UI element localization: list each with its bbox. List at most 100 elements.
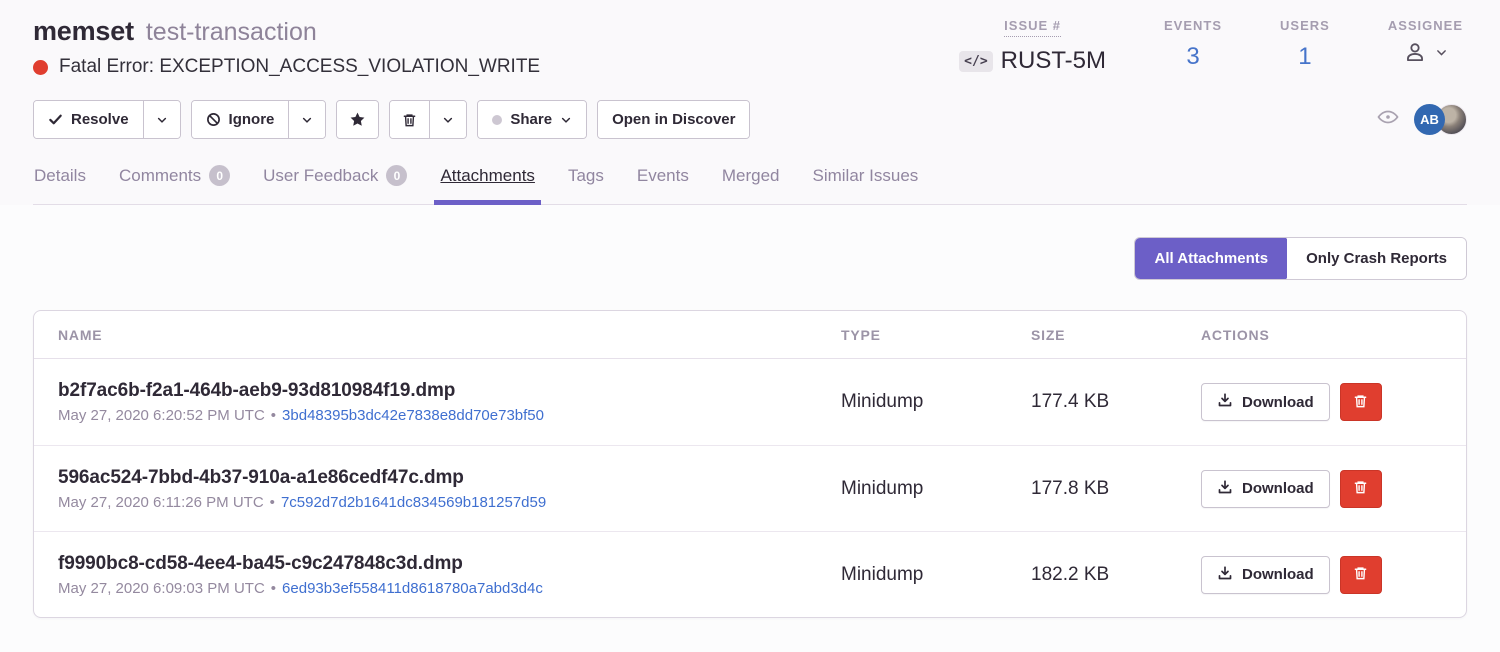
tab-similar-issues[interactable]: Similar Issues	[811, 163, 919, 204]
ignore-button[interactable]: Ignore	[192, 101, 289, 138]
assignee-label: ASSIGNEE	[1388, 18, 1463, 33]
column-header-name: Name	[58, 327, 841, 343]
star-icon	[349, 111, 366, 128]
user-feedback-count-badge: 0	[386, 165, 407, 186]
attachment-date: May 27, 2020 6:11:26 PM UTC	[58, 494, 264, 511]
avatar-initials: AB	[1414, 104, 1445, 135]
chevron-down-icon	[442, 114, 454, 126]
issue-stats: ISSUE # </> RUST-5M EVENTS 3 USERS 1 ASS…	[959, 18, 1467, 75]
tab-attachments[interactable]: Attachments	[439, 163, 536, 204]
stat-assignee: ASSIGNEE	[1388, 18, 1463, 70]
delete-dropdown-button[interactable]	[429, 101, 466, 138]
download-button[interactable]: Download	[1201, 383, 1330, 421]
page-title: memset	[33, 16, 134, 47]
issue-number-label: ISSUE #	[1004, 18, 1061, 37]
column-header-type: Type	[841, 327, 1031, 343]
column-header-size: Size	[1031, 327, 1201, 343]
attachment-type: Minidump	[841, 391, 1031, 413]
table-row: b2f7ac6b-f2a1-464b-aeb9-93d810984f19.dmp…	[34, 359, 1466, 445]
download-button[interactable]: Download	[1201, 470, 1330, 508]
attachment-name-cell: f9990bc8-cd58-4ee4-ba45-c9c247848c3d.dmp…	[58, 553, 841, 597]
attachment-date: May 27, 2020 6:20:52 PM UTC	[58, 407, 265, 424]
error-level-dot-icon	[33, 60, 48, 75]
stat-users: USERS 1	[1280, 18, 1330, 71]
eye-icon	[1376, 105, 1400, 134]
events-label: EVENTS	[1164, 18, 1222, 33]
download-icon	[1217, 565, 1233, 585]
ignore-dropdown-button[interactable]	[288, 101, 325, 138]
dot-separator: •	[271, 580, 276, 597]
filter-all-attachments-button[interactable]: All Attachments	[1134, 237, 1288, 280]
circle-slash-icon	[206, 112, 221, 127]
column-header-actions: Actions	[1201, 327, 1442, 343]
trash-icon	[1353, 565, 1368, 584]
attachment-name-cell: b2f7ac6b-f2a1-464b-aeb9-93d810984f19.dmp…	[58, 380, 841, 424]
error-line: Fatal Error: EXCEPTION_ACCESS_VIOLATION_…	[33, 56, 540, 78]
attachment-date: May 27, 2020 6:09:03 PM UTC	[58, 580, 265, 597]
dot-separator: •	[271, 407, 276, 424]
person-icon	[1402, 39, 1428, 70]
open-in-discover-button[interactable]: Open in Discover	[598, 101, 749, 138]
delete-attachment-button[interactable]	[1340, 556, 1382, 594]
event-id-link[interactable]: 7c592d7d2b1641dc834569b181257d59	[281, 494, 546, 511]
participants: AB	[1376, 104, 1467, 135]
chevron-down-icon	[560, 114, 572, 126]
issue-page: memset test-transaction Fatal Error: EXC…	[0, 0, 1500, 652]
tab-events[interactable]: Events	[636, 163, 690, 204]
stat-issue-number: ISSUE # </> RUST-5M	[959, 18, 1106, 75]
event-id-link[interactable]: 6ed93b3ef558411d8618780a7abd3d4c	[282, 580, 543, 597]
attachments-table: Name Type Size Actions b2f7ac6b-f2a1-464…	[33, 310, 1467, 618]
chevron-down-icon	[156, 114, 168, 126]
attachment-filename: f9990bc8-cd58-4ee4-ba45-c9c247848c3d.dmp	[58, 553, 841, 575]
attachment-size: 182.2 KB	[1031, 564, 1201, 586]
check-icon	[48, 112, 63, 127]
share-status-dot-icon	[492, 115, 502, 125]
table-row: f9990bc8-cd58-4ee4-ba45-c9c247848c3d.dmp…	[34, 531, 1466, 617]
resolve-button-group: Resolve	[33, 100, 181, 139]
download-icon	[1217, 392, 1233, 412]
tab-user-feedback[interactable]: User Feedback 0	[262, 163, 408, 204]
attachments-content: All Attachments Only Crash Reports Name …	[0, 205, 1500, 652]
delete-attachment-button[interactable]	[1340, 470, 1382, 508]
filter-only-crash-reports-button[interactable]: Only Crash Reports	[1287, 238, 1466, 279]
attachment-filename: 596ac524-7bbd-4b37-910a-a1e86cedf47c.dmp	[58, 467, 841, 489]
attachment-type: Minidump	[841, 478, 1031, 500]
events-count: 3	[1186, 43, 1199, 71]
users-count: 1	[1298, 43, 1311, 71]
event-id-link[interactable]: 3bd48395b3dc42e7838e8dd70e73bf50	[282, 407, 544, 424]
download-button[interactable]: Download	[1201, 556, 1330, 594]
tab-details[interactable]: Details	[33, 163, 87, 204]
dot-separator: •	[270, 494, 275, 511]
trash-icon	[1353, 393, 1368, 412]
table-row: 596ac524-7bbd-4b37-910a-a1e86cedf47c.dmp…	[34, 445, 1466, 531]
attachment-size: 177.4 KB	[1031, 391, 1201, 413]
resolve-dropdown-button[interactable]	[143, 101, 180, 138]
attachment-type: Minidump	[841, 564, 1031, 586]
attachment-filename: b2f7ac6b-f2a1-464b-aeb9-93d810984f19.dmp	[58, 380, 841, 402]
tab-merged[interactable]: Merged	[721, 163, 781, 204]
attachment-size: 177.8 KB	[1031, 478, 1201, 500]
page-subtitle: test-transaction	[146, 18, 317, 47]
ignore-button-group: Ignore	[191, 100, 327, 139]
download-icon	[1217, 479, 1233, 499]
delete-attachment-button[interactable]	[1340, 383, 1382, 421]
assignee-dropdown[interactable]	[1402, 39, 1448, 70]
star-button[interactable]	[337, 101, 378, 138]
issue-number-value: RUST-5M	[1001, 47, 1106, 75]
chevron-down-icon	[1435, 46, 1448, 64]
attachment-name-cell: 596ac524-7bbd-4b37-910a-a1e86cedf47c.dmp…	[58, 467, 841, 511]
share-button-group: Share	[477, 100, 587, 139]
tab-comments[interactable]: Comments 0	[118, 163, 231, 204]
delete-button[interactable]	[390, 101, 429, 138]
resolve-button[interactable]: Resolve	[34, 101, 143, 138]
error-message: Fatal Error: EXCEPTION_ACCESS_VIOLATION_…	[59, 56, 540, 78]
share-button[interactable]: Share	[478, 101, 586, 138]
trash-icon	[1353, 479, 1368, 498]
toolbar: Resolve Ignore	[33, 100, 1467, 139]
title-block: memset test-transaction Fatal Error: EXC…	[33, 16, 540, 78]
chevron-down-icon	[301, 114, 313, 126]
comments-count-badge: 0	[209, 165, 230, 186]
attachments-filter-toggle: All Attachments Only Crash Reports	[1134, 237, 1467, 280]
code-icon[interactable]: </>	[959, 51, 992, 72]
tab-tags[interactable]: Tags	[567, 163, 605, 204]
